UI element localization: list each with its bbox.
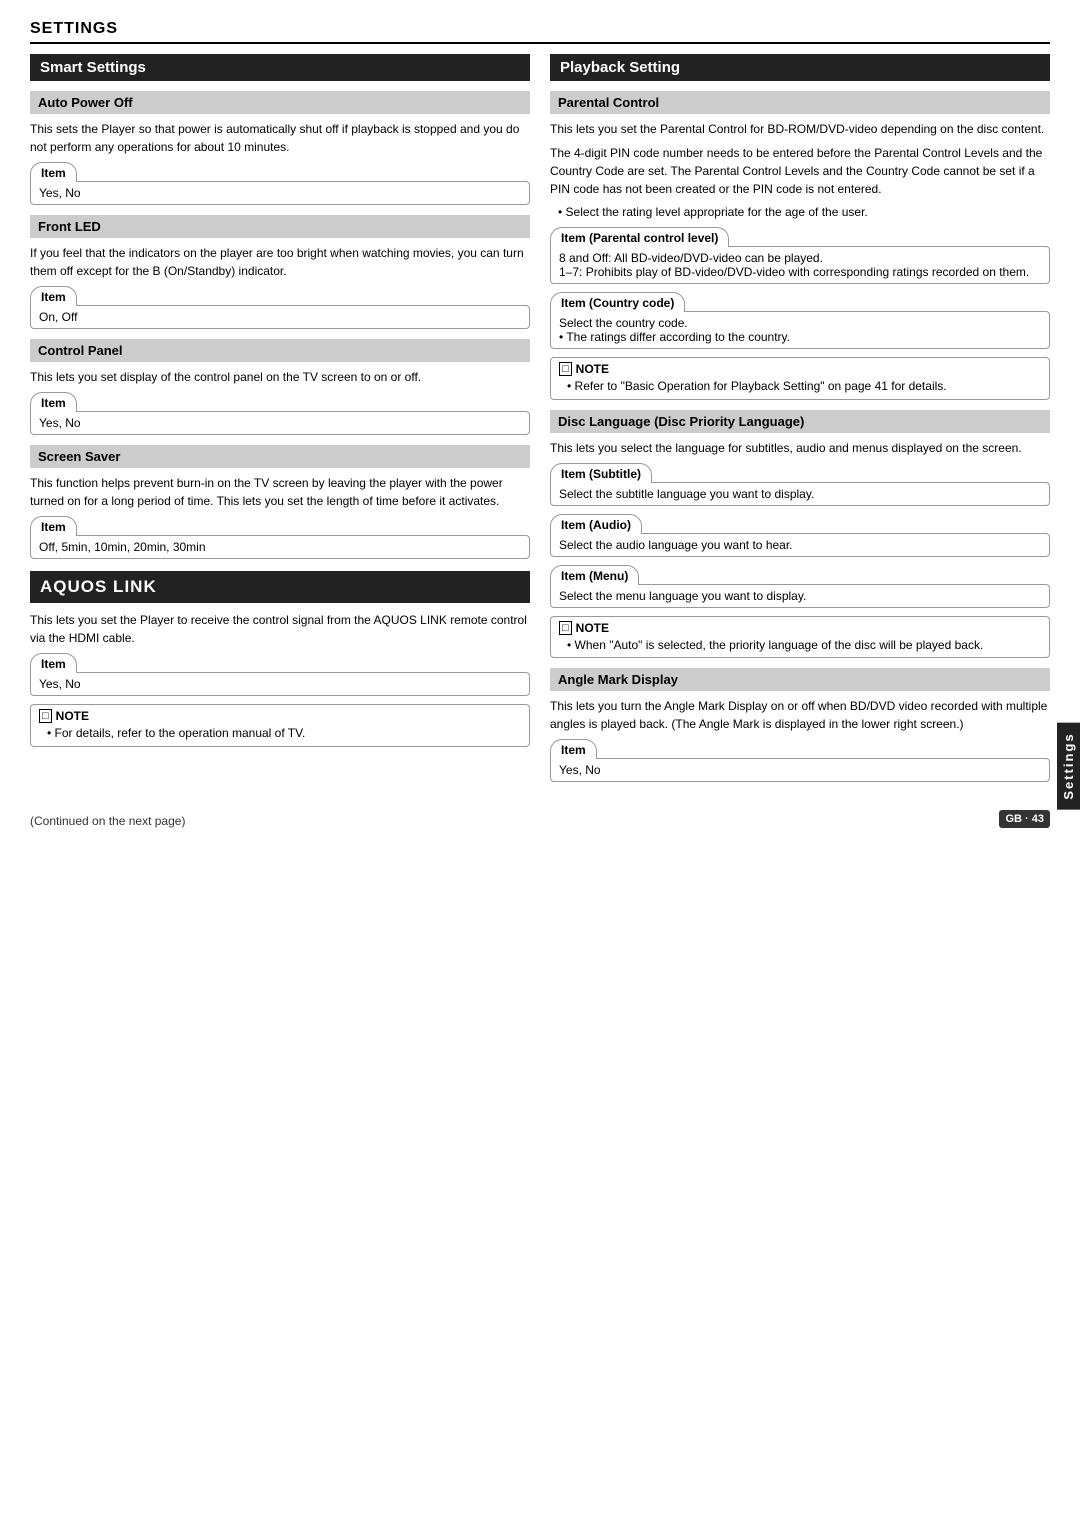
aquos-link-item-value: Yes, No [39,677,81,691]
smart-settings-title: Smart Settings [30,54,530,81]
angle-mark-title: Angle Mark Display [550,668,1050,691]
subtitle-item-value: Select the subtitle language you want to… [559,487,814,501]
parental-level-line2: 1–7: Prohibits play of BD-video/DVD-vide… [559,265,1041,279]
playback-setting-title: Playback Setting [550,54,1050,81]
parental-level-line1: 8 and Off: All BD-video/DVD-video can be… [559,251,1041,265]
screen-saver-item-tab: Item [30,516,77,535]
disc-language-note-box: □ NOTE • When "Auto" is selected, the pr… [550,616,1050,659]
page-badge: GB · 43 [999,810,1050,828]
screen-saver-body: This function helps prevent burn-in on t… [30,474,530,510]
angle-mark-item-box: Yes, No [550,758,1050,782]
parental-level-item-box: 8 and Off: All BD-video/DVD-video can be… [550,246,1050,284]
menu-item-box: Select the menu language you want to dis… [550,584,1050,608]
parental-level-item-tab: Item (Parental control level) [550,227,729,246]
front-led-item-box: On, Off [30,305,530,329]
screen-saver-item-value: Off, 5min, 10min, 20min, 30min [39,540,206,554]
parental-note-bullet: • Refer to "Basic Operation for Playback… [567,378,1041,395]
audio-item-box: Select the audio language you want to he… [550,533,1050,557]
screen-saver-item-box: Off, 5min, 10min, 20min, 30min [30,535,530,559]
disc-language-note-bullet: • When "Auto" is selected, the priority … [567,637,1041,654]
front-led-title: Front LED [30,215,530,238]
aquos-link-title: AQUOS LINK [30,571,530,603]
aquos-link-note-title: □ NOTE [39,709,521,723]
control-panel-title: Control Panel [30,339,530,362]
left-column: Smart Settings Auto Power Off This sets … [30,54,530,790]
angle-mark-item-tab: Item [550,739,597,758]
parental-control-body2: The 4-digit PIN code number needs to be … [550,144,1050,198]
auto-power-off-item-tab: Item [30,162,77,181]
menu-item-tab: Item (Menu) [550,565,639,584]
aquos-link-note-bullet: • For details, refer to the operation ma… [47,725,521,742]
auto-power-off-item-value: Yes, No [39,186,81,200]
country-code-item-tab: Item (Country code) [550,292,685,311]
aquos-link-item-box: Yes, No [30,672,530,696]
front-led-item-value: On, Off [39,310,77,324]
audio-item-value: Select the audio language you want to he… [559,538,793,552]
parental-note-box: □ NOTE • Refer to "Basic Operation for P… [550,357,1050,400]
page-footer: (Continued on the next page) GB · 43 [30,810,1050,828]
aquos-link-note-box: □ NOTE • For details, refer to the opera… [30,704,530,747]
auto-power-off-body: This sets the Player so that power is au… [30,120,530,156]
country-code-line2: • The ratings differ according to the co… [559,330,1041,344]
note-icon3: □ [559,621,572,635]
subtitle-item-box: Select the subtitle language you want to… [550,482,1050,506]
note-icon2: □ [559,362,572,376]
parental-control-body1: This lets you set the Parental Control f… [550,120,1050,138]
parental-note-title: □ NOTE [559,362,1041,376]
control-panel-item-box: Yes, No [30,411,530,435]
control-panel-item-value: Yes, No [39,416,81,430]
auto-power-off-item-box: Yes, No [30,181,530,205]
parental-control-title: Parental Control [550,91,1050,114]
country-code-item-box: Select the country code. • The ratings d… [550,311,1050,349]
aquos-link-body: This lets you set the Player to receive … [30,611,530,647]
disc-language-title: Disc Language (Disc Priority Language) [550,410,1050,433]
disc-language-note-title: □ NOTE [559,621,1041,635]
screen-saver-title: Screen Saver [30,445,530,468]
angle-mark-body: This lets you turn the Angle Mark Displa… [550,697,1050,733]
aquos-link-item-tab: Item [30,653,77,672]
audio-item-tab: Item (Audio) [550,514,642,533]
country-code-line1: Select the country code. [559,316,1041,330]
control-panel-body: This lets you set display of the control… [30,368,530,386]
front-led-body: If you feel that the indicators on the p… [30,244,530,280]
front-led-item-tab: Item [30,286,77,305]
note-icon: □ [39,709,52,723]
angle-mark-item-value: Yes, No [559,763,601,777]
auto-power-off-title: Auto Power Off [30,91,530,114]
disc-language-body: This lets you select the language for su… [550,439,1050,457]
menu-item-value: Select the menu language you want to dis… [559,589,806,603]
subtitle-item-tab: Item (Subtitle) [550,463,652,482]
settings-sidebar-tab: Settings [1057,722,1080,809]
right-column: Playback Setting Parental Control This l… [550,54,1050,790]
continued-text: (Continued on the next page) [30,814,185,828]
parental-control-bullet: • Select the rating level appropriate fo… [558,204,1050,221]
control-panel-item-tab: Item [30,392,77,411]
page-header: SETTINGS [30,20,1050,44]
